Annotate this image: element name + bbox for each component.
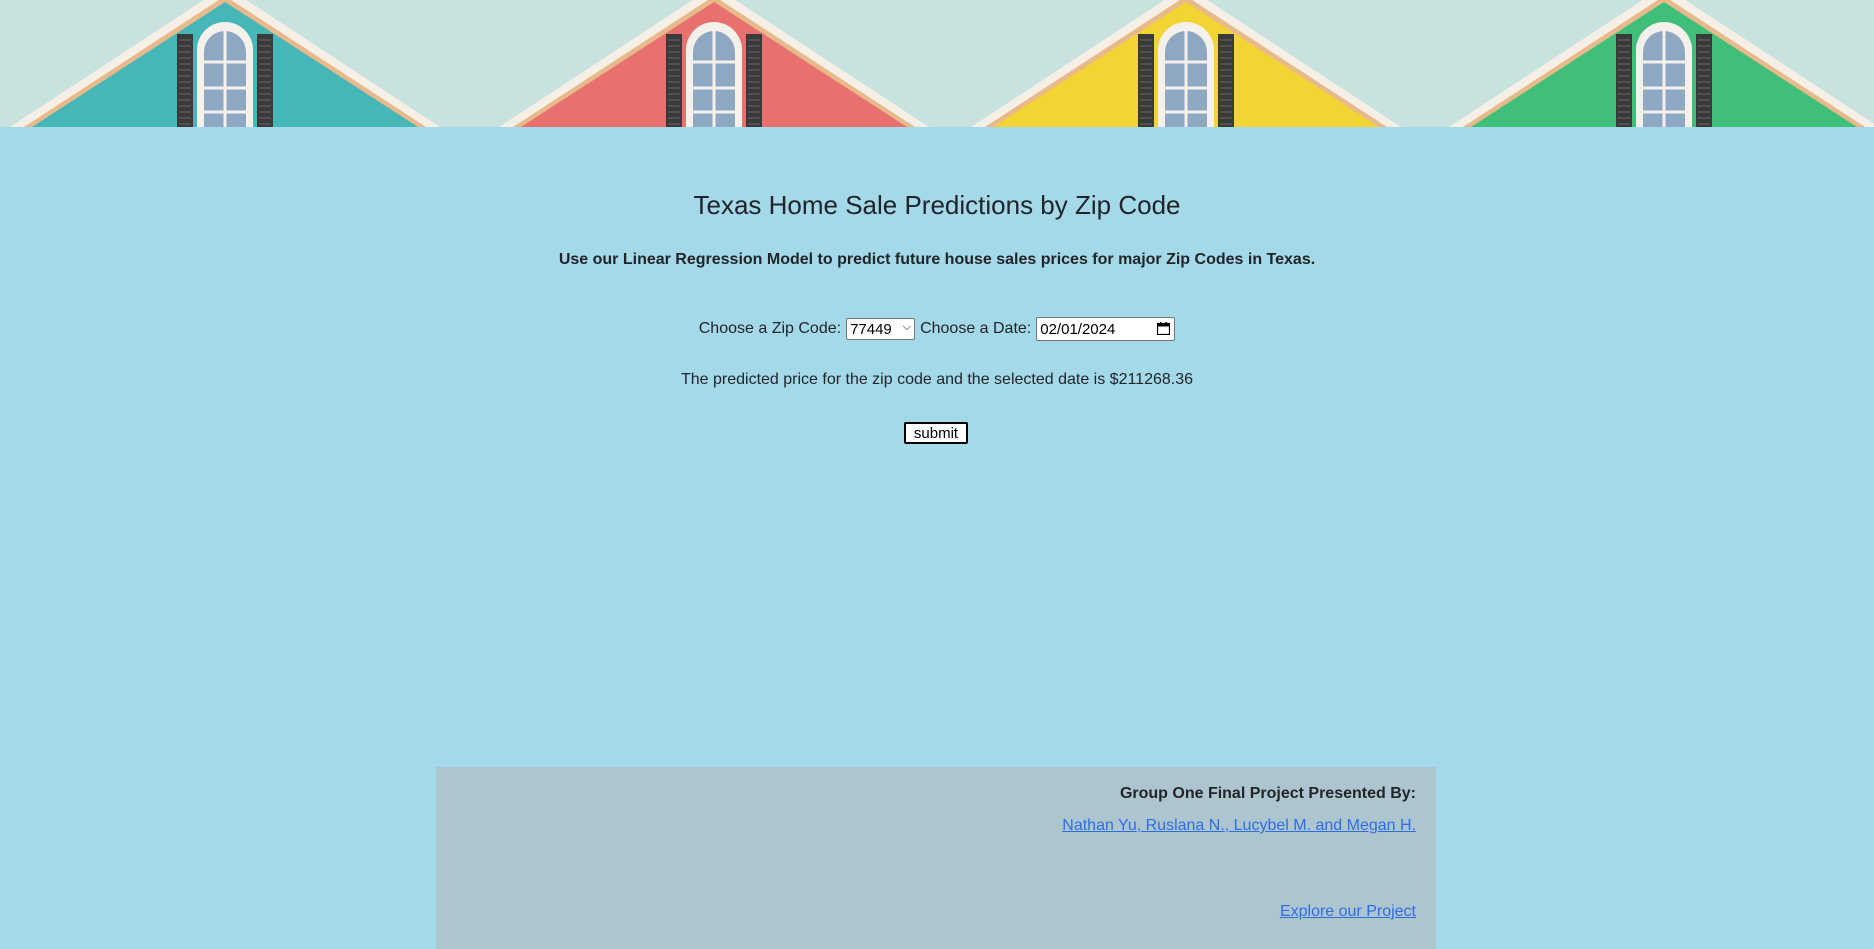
page-title: Texas Home Sale Predictions by Zip Code [693, 190, 1181, 220]
header-banner-image [0, 0, 1874, 127]
prediction-form: Choose a Zip Code: 77449 ⌵ Choose a Date… [0, 317, 1874, 341]
zip-code-label: Choose a Zip Code: [698, 320, 842, 337]
date-input[interactable]: 02/01/2024 [1036, 317, 1176, 341]
names-separator: , [1136, 817, 1146, 834]
names-separator: and [1311, 817, 1347, 834]
team-member-link-lucybel[interactable]: Lucybel M. [1234, 817, 1311, 834]
footer-heading: Group One Final Project Presented By: [1119, 785, 1416, 802]
zip-code-select[interactable]: 77449 ⌵ [846, 318, 916, 340]
date-value: 02/01/2024 [1040, 320, 1116, 338]
team-member-links: Nathan Yu, Ruslana N., Lucybel M. and Me… [1062, 817, 1416, 835]
date-label: Choose a Date: [920, 320, 1032, 337]
green-house-gable [1449, 0, 1874, 127]
red-house-gable [499, 0, 929, 127]
submit-button[interactable]: submit [904, 422, 968, 444]
teal-house-gable [10, 0, 440, 127]
calendar-icon[interactable] [1157, 322, 1171, 335]
explore-project-link[interactable]: Explore our Project [1280, 903, 1416, 921]
yellow-house-gable [971, 0, 1401, 127]
zip-code-value: 77449 [850, 320, 892, 338]
names-separator: , [1224, 817, 1234, 834]
footer: Group One Final Project Presented By: Na… [436, 767, 1436, 949]
page-subtitle: Use our Linear Regression Model to predi… [558, 251, 1316, 268]
team-member-link-ruslana[interactable]: Ruslana N. [1146, 817, 1225, 834]
chevron-down-icon: ⌵ [902, 321, 912, 333]
prediction-result: The predicted price for the zip code and… [680, 371, 1194, 388]
team-member-link-nathan[interactable]: Nathan Yu [1062, 817, 1136, 834]
team-member-link-megan[interactable]: Megan H. [1347, 817, 1416, 834]
